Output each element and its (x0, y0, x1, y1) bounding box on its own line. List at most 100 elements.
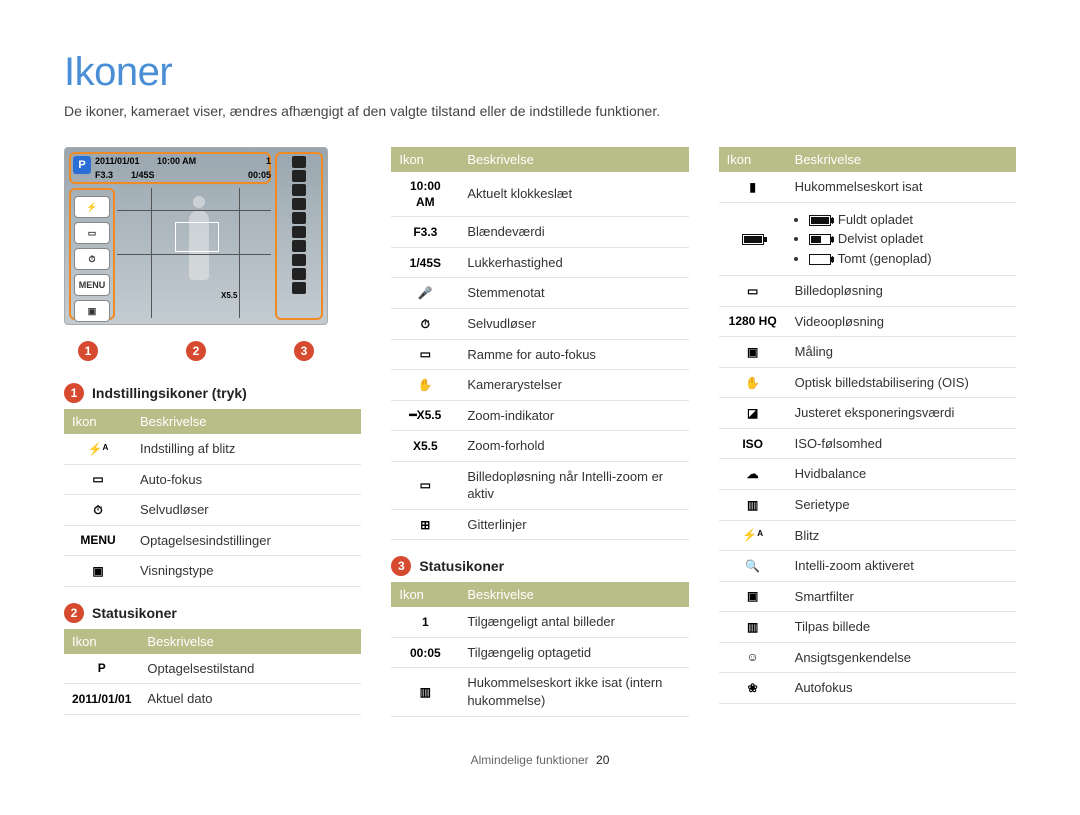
section-3-table: IkonBeskrivelse 1Tilgængeligt antal bill… (391, 582, 688, 716)
intelli-zoom-res-icon: ▭ (391, 461, 459, 509)
battery-states-list: : Fuldt opladet : Delvist opladet : Tomt… (795, 211, 1008, 268)
display-flash-btn: ⚡ (74, 196, 110, 218)
table-row: ▥Hukommelseskort ikke isat (intern hukom… (391, 668, 688, 716)
desc-cell: Aktuelt klokkeslæt (459, 172, 688, 217)
table-row: 1Tilgængeligt antal billeder (391, 607, 688, 637)
display-view-btn: ▣ (74, 300, 110, 322)
table-row: 10:00 AMAktuelt klokkeslæt (391, 172, 688, 217)
display-zoom-ratio: X5.5 (221, 291, 237, 300)
desc-cell: Ansigtsgenkendelse (787, 642, 1016, 673)
section-3-heading: 3 Statusikoner (391, 556, 688, 576)
image-res-icon: ▭ (719, 276, 787, 307)
table-row: F3.3Blændeværdi (391, 217, 688, 248)
table-row: 00:05Tilgængelig optagetid (391, 637, 688, 668)
table-row-battery: : Fuldt opladet : Delvist opladet : Tomt… (719, 202, 1016, 276)
table-row: ▣Måling (719, 337, 1016, 368)
macro-icon: ❀ (719, 673, 787, 704)
desc-cell: Selvudløser (132, 495, 361, 526)
table-row: 🔍Intelli-zoom aktiveret (719, 551, 1016, 582)
table-row: ▣Smartfilter (719, 581, 1016, 612)
table-row: ISOISO-følsomhed (719, 428, 1016, 459)
table-row: ❀Autofokus (719, 673, 1016, 704)
memory-card-icon: ▮ (719, 172, 787, 202)
section-2b-table: IkonBeskrivelse 10:00 AMAktuelt klokkesl… (391, 147, 688, 540)
camera-display-illustration: P 2011/01/01 10:00 AM F3.3 1/45S 1 00:05… (64, 147, 328, 325)
table-row: ⏱Selvudløser (391, 309, 688, 340)
battery-icon (719, 202, 787, 276)
desc-cell: Tilgængeligt antal billeder (459, 607, 688, 637)
table-row: ✋Optisk billedstabilisering (OIS) (719, 367, 1016, 398)
desc-cell: Billedopløsning (787, 276, 1016, 307)
ois-icon: ✋ (719, 367, 787, 398)
af-frame-icon: ▭ (391, 339, 459, 370)
desc-cell: Tilgængelig optagetid (459, 637, 688, 668)
image-adjust-icon: ▥ (719, 612, 787, 643)
desc-cell: Optisk billedstabilisering (OIS) (787, 367, 1016, 398)
marker-2: 2 (186, 341, 206, 361)
display-shutter: 1/45S (131, 170, 155, 180)
desc-cell: Lukkerhastighed (459, 247, 688, 278)
section-2-heading: 2 Statusikoner (64, 603, 361, 623)
display-af-btn: ▭ (74, 222, 110, 244)
table-row: ▭Auto-fokus (64, 464, 361, 495)
display-af-frame (175, 222, 219, 252)
table-row: 2011/01/01Aktuel dato (64, 684, 361, 715)
display-rec-time: 00:05 (248, 170, 271, 180)
desc-cell: Optagelsesindstillinger (132, 525, 361, 556)
section-2-table: IkonBeskrivelse POptagelsestilstand2011/… (64, 629, 361, 715)
flash-auto-icon: ⚡ᴬ (64, 434, 132, 464)
menu-icon: MENU (64, 525, 132, 556)
table-row: 1/45SLukkerhastighed (391, 247, 688, 278)
zoom-indicator-icon: ━X5.5 (391, 400, 459, 431)
gridlines-icon: ⊞ (391, 509, 459, 540)
desc-cell: Blitz (787, 520, 1016, 551)
shutter-text: 1/45S (391, 247, 459, 278)
section-1-heading: 1 Indstillingsikoner (tryk) (64, 383, 361, 403)
iso-icon: ISO (719, 428, 787, 459)
desc-cell: Aktuel dato (139, 684, 361, 715)
desc-cell: Intelli-zoom aktiveret (787, 551, 1016, 582)
desc-cell: Indstilling af blitz (132, 434, 361, 464)
desc-cell: Selvudløser (459, 309, 688, 340)
table-row: ▣Visningstype (64, 556, 361, 587)
mode-p-icon: P (64, 654, 139, 684)
table-row: ▭Billedopløsning når Intelli-zoom er akt… (391, 461, 688, 509)
desc-cell: Autofokus (787, 673, 1016, 704)
selftimer-icon: ⏱ (64, 495, 132, 526)
table-row: ◪Justeret eksponeringsværdi (719, 398, 1016, 429)
table-row: ▥Tilpas billede (719, 612, 1016, 643)
time-text: 10:00 AM (391, 172, 459, 217)
table-row: ⚡ᴬBlitz (719, 520, 1016, 551)
display-aperture: F3.3 (95, 170, 113, 180)
desc-cell: Hukommelseskort isat (787, 172, 1016, 202)
display-menu-btn: MENU (74, 274, 110, 296)
aperture-text: F3.3 (391, 217, 459, 248)
table-row: ⏱Selvudløser (64, 495, 361, 526)
desc-cell: Kamerarystelser (459, 370, 688, 401)
metering-icon: ▣ (719, 337, 787, 368)
table-row: 🎤Stemmenotat (391, 278, 688, 309)
table-row: POptagelsestilstand (64, 654, 361, 684)
desc-cell: Stemmenotat (459, 278, 688, 309)
internal-memory-icon: ▥ (391, 668, 459, 716)
desc-cell: Gitterlinjer (459, 509, 688, 540)
shots-remaining-text: 1 (391, 607, 459, 637)
display-shots: 1 (266, 156, 271, 166)
face-detect-icon: ☺ (719, 642, 787, 673)
table-row: MENUOptagelsesindstillinger (64, 525, 361, 556)
table-row: ☁Hvidbalance (719, 459, 1016, 490)
desc-cell: Blændeværdi (459, 217, 688, 248)
table-row: ▭Billedopløsning (719, 276, 1016, 307)
desc-cell: Serietype (787, 490, 1016, 521)
desc-cell: Zoom-forhold (459, 431, 688, 462)
table-row: 1280 HQVideoopløsning (719, 306, 1016, 337)
desc-cell: Tilpas billede (787, 612, 1016, 643)
zoom-ratio-text: X5.5 (391, 431, 459, 462)
display-timer-btn: ⏱ (74, 248, 110, 270)
ev-adjust-icon: ◪ (719, 398, 787, 429)
burst-icon: ▥ (719, 490, 787, 521)
intelli-zoom-icon: 🔍 (719, 551, 787, 582)
desc-cell: Optagelsestilstand (139, 654, 361, 684)
table-row: ☺Ansigtsgenkendelse (719, 642, 1016, 673)
date-text: 2011/01/01 (64, 684, 139, 715)
